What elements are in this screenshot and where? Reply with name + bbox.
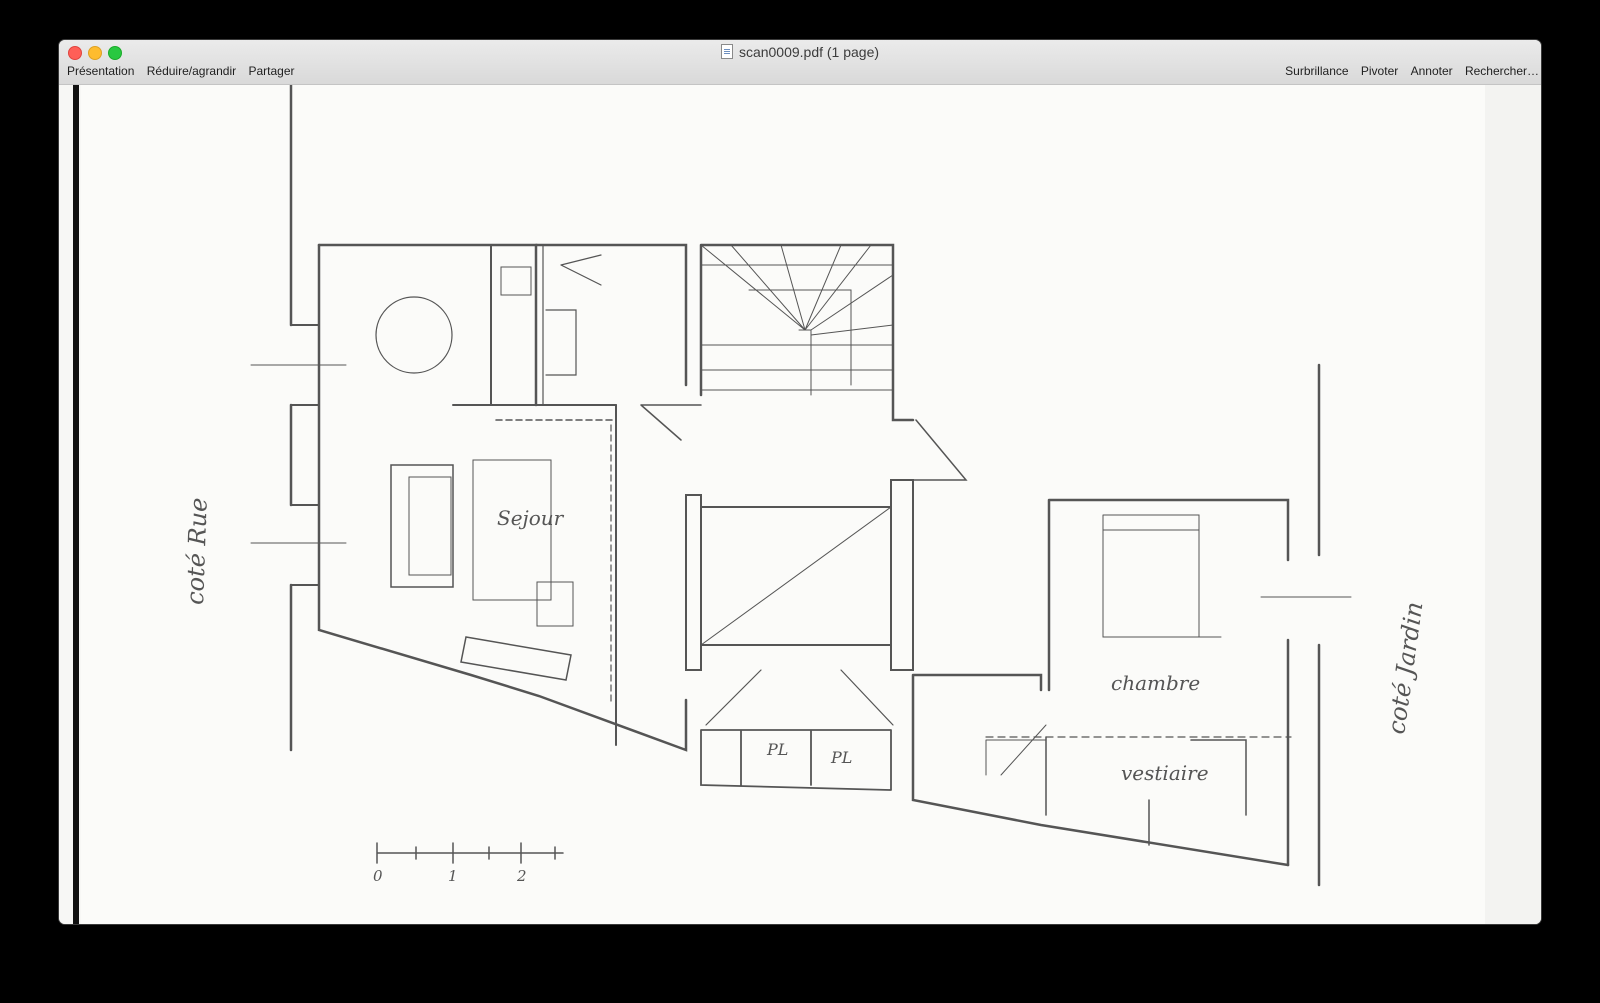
document-view[interactable]: Sejour chambre vestiaire PL PL coté Rue … [59, 83, 1541, 924]
toolbar-left: Présentation Réduire/agrandir Partager [67, 64, 304, 78]
presentation-button[interactable]: Présentation [67, 64, 134, 78]
share-button[interactable]: Partager [248, 64, 294, 78]
annotate-button[interactable]: Annoter [1411, 64, 1453, 78]
floor-plan-drawing: Sejour chambre vestiaire PL PL coté Rue … [181, 83, 1428, 887]
title-bar: scan0009.pdf (1 page) Présentation Rédui… [59, 40, 1541, 85]
page-gutter [1485, 85, 1541, 924]
label-chambre: chambre [1111, 671, 1200, 695]
label-sejour: Sejour [497, 506, 565, 530]
sidebar-edge [73, 85, 79, 924]
scale-label-2: 2 [516, 867, 527, 885]
pdf-document-icon [720, 44, 733, 59]
rotate-button[interactable]: Pivoter [1361, 64, 1398, 78]
label-cote-jardin: coté Jardin [1382, 600, 1428, 736]
search-button[interactable]: Rechercher… [1465, 64, 1539, 78]
toolbar-right: Surbrillance Pivoter Annoter Rechercher… [1276, 64, 1539, 78]
highlight-button[interactable]: Surbrillance [1285, 64, 1348, 78]
label-cote-rue: coté Rue [181, 497, 213, 605]
window-title-text: scan0009.pdf (1 page) [738, 44, 880, 60]
zoom-button[interactable]: Réduire/agrandir [147, 64, 236, 78]
label-pl-1: PL [766, 740, 788, 759]
window-title: scan0009.pdf (1 page) [59, 44, 1541, 60]
scale-label-0: 0 [373, 867, 383, 885]
label-vestiaire: vestiaire [1121, 761, 1209, 785]
label-pl-2: PL [830, 748, 852, 767]
pdf-page[interactable]: Sejour chambre vestiaire PL PL coté Rue … [81, 83, 1485, 924]
scale-label-1: 1 [448, 867, 458, 885]
preview-window: scan0009.pdf (1 page) Présentation Rédui… [59, 40, 1541, 924]
